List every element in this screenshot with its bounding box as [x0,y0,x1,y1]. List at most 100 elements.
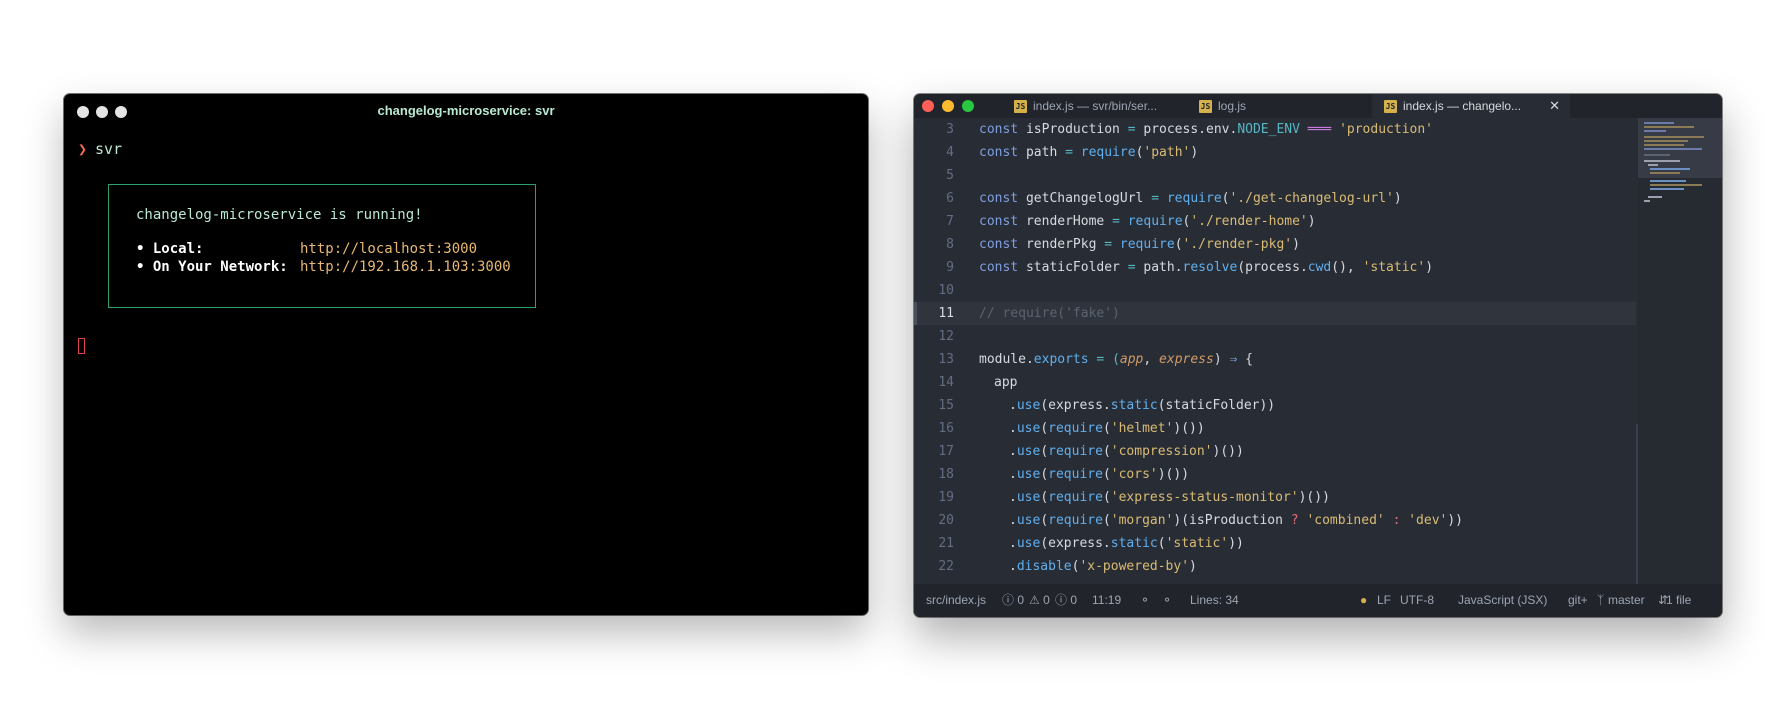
minimap-line [1650,168,1690,170]
status-infos[interactable]: ⓘ 0 [1055,584,1077,617]
minimap-line [1648,196,1662,198]
line-number: 22 [938,559,954,574]
terminal-cursor [78,338,85,354]
code-line: 12 [914,325,1636,348]
branch-icon: ᛉ [1597,593,1605,607]
line-number: 8 [946,237,954,252]
code-line: 5 [914,164,1636,187]
minimap-line [1644,136,1704,138]
status-warnings[interactable]: ⚠ 0 [1029,584,1050,617]
minimap-line [1644,160,1680,162]
status-files[interactable]: 1 file [1666,584,1691,617]
code-text: .use(express.static(staticFolder)) [1009,398,1276,413]
code-editor[interactable]: 3 const isProduction = process.env.NODE_… [914,118,1636,584]
line-number: 19 [938,490,954,505]
code-line: 19 .use(require('express-status-monitor'… [914,486,1636,509]
code-line: 18 .use(require('cors')()) [914,463,1636,486]
window-minimize-button[interactable] [942,100,954,112]
status-line-ending[interactable]: LF [1377,584,1391,617]
server-status-box: changelog-microservice is running! • Loc… [108,184,536,308]
line-number: 9 [946,260,954,275]
code-text: .use(require('helmet')()) [1009,421,1205,436]
minimap-line [1644,122,1674,124]
minimap[interactable] [1638,118,1722,584]
code-line: 13 module.exports = (app, express) ⇒ { [914,348,1636,371]
code-text: .use(express.static('static')) [1009,536,1244,551]
minimap-line [1650,180,1686,182]
status-branch[interactable]: master [1608,584,1645,617]
code-line: 7 const renderHome = require('./render-h… [914,210,1636,233]
status-grammar[interactable]: JavaScript (JSX) [1458,584,1547,617]
status-cursor-position[interactable]: 11:19 [1092,584,1121,617]
code-line: 15 .use(express.static(staticFolder)) [914,394,1636,417]
code-line: 16 .use(require('helmet')()) [914,417,1636,440]
code-text: .use(require('morgan')(isProduction ? 'c… [1009,513,1464,528]
code-text: const isProduction = process.env.NODE_EN… [979,122,1433,137]
minimap-line [1644,154,1670,156]
code-text: const renderHome = require('./render-hom… [979,214,1316,229]
code-text: const path = require('path') [979,145,1199,160]
minimap-line [1644,140,1688,142]
unsaved-dot-icon: ● [1360,593,1368,607]
tab-svr-index[interactable]: JS index.js — svr/bin/ser... [1014,94,1184,118]
js-file-icon: JS [1199,100,1212,114]
code-text: app [994,375,1018,390]
minimap-line [1644,144,1684,146]
line-number: 12 [938,329,954,344]
code-text: .use(require('compression')()) [1009,444,1244,459]
line-number: 7 [946,214,954,229]
status-line-count: Lines: 34 [1190,593,1239,607]
git-icon[interactable]: ⚬ [1162,584,1172,617]
tab-label: log.js [1218,99,1247,113]
status-encoding[interactable]: UTF-8 [1400,584,1434,617]
line-number: 16 [938,421,954,436]
network-url-link[interactable]: http://192.168.1.103:3000 [300,259,511,275]
code-text: const staticFolder = path.resolve(proces… [979,260,1434,275]
status-bar: src/index.js ⓘ 0 ⚠ 0 ⓘ 0 11:19 ⚬ ⚬ Lines… [914,584,1722,617]
running-message: changelog-microservice is running! [136,207,423,223]
tab-bar: JS index.js — svr/bin/ser... JS log.js JS i… [914,94,1722,118]
tab-changelog-index[interactable]: JS index.js — changelo... ✕ [1372,94,1570,118]
window-close-button[interactable] [922,100,934,112]
code-text: .disable('x-powered-by') [1009,559,1197,574]
minimap-line [1644,126,1694,128]
tab-log-js[interactable]: JS log.js [1199,94,1319,118]
prompt-command: svr [95,140,123,158]
code-line: 8 const renderPkg = require('./render-pk… [914,233,1636,256]
code-line: 20 .use(require('morgan')(isProduction ?… [914,509,1636,532]
tab-label: index.js — changelo... [1403,99,1522,113]
github-icon[interactable]: ⚬ [1140,584,1150,617]
status-file-path[interactable]: src/index.js [926,584,986,617]
code-line: 14 app [914,371,1636,394]
prompt-chevron-icon: ❯ [78,140,88,158]
line-number: 18 [938,467,954,482]
editor-window: JS index.js — svr/bin/ser... JS log.js JS i… [914,94,1722,617]
code-text: const renderPkg = require('./render-pkg'… [979,237,1300,252]
code-line: 3 const isProduction = process.env.NODE_… [914,118,1636,141]
line-number: 11 [938,306,954,321]
line-number: 10 [938,283,954,298]
window-zoom-button[interactable] [962,100,974,112]
minimap-line [1644,130,1666,132]
minimap-line [1650,172,1680,174]
terminal-window: changelog-microservice: svr ❯ svr changel… [64,94,868,615]
line-number: 5 [946,168,954,183]
code-line: 22 .disable('x-powered-by') [914,555,1636,578]
code-text: const getChangelogUrl = require('./get-c… [979,191,1402,206]
line-number: 4 [946,145,954,160]
local-url-link[interactable]: http://localhost:3000 [300,241,477,257]
code-line: 17 .use(require('compression')()) [914,440,1636,463]
close-icon[interactable]: ✕ [1549,94,1560,118]
code-line: 6 const getChangelogUrl = require('./get… [914,187,1636,210]
code-line: 4 const path = require('path') [914,141,1636,164]
network-label: • On Your Network: [136,259,288,275]
line-number: 17 [938,444,954,459]
line-number: 3 [946,122,954,137]
status-git[interactable]: git+ [1568,584,1588,617]
minimap-line [1648,164,1658,166]
line-number: 14 [938,375,954,390]
status-errors[interactable]: ⓘ 0 [1002,584,1024,617]
minimap-line [1650,188,1684,190]
minimap-line [1644,200,1650,202]
js-file-icon: JS [1014,100,1027,114]
